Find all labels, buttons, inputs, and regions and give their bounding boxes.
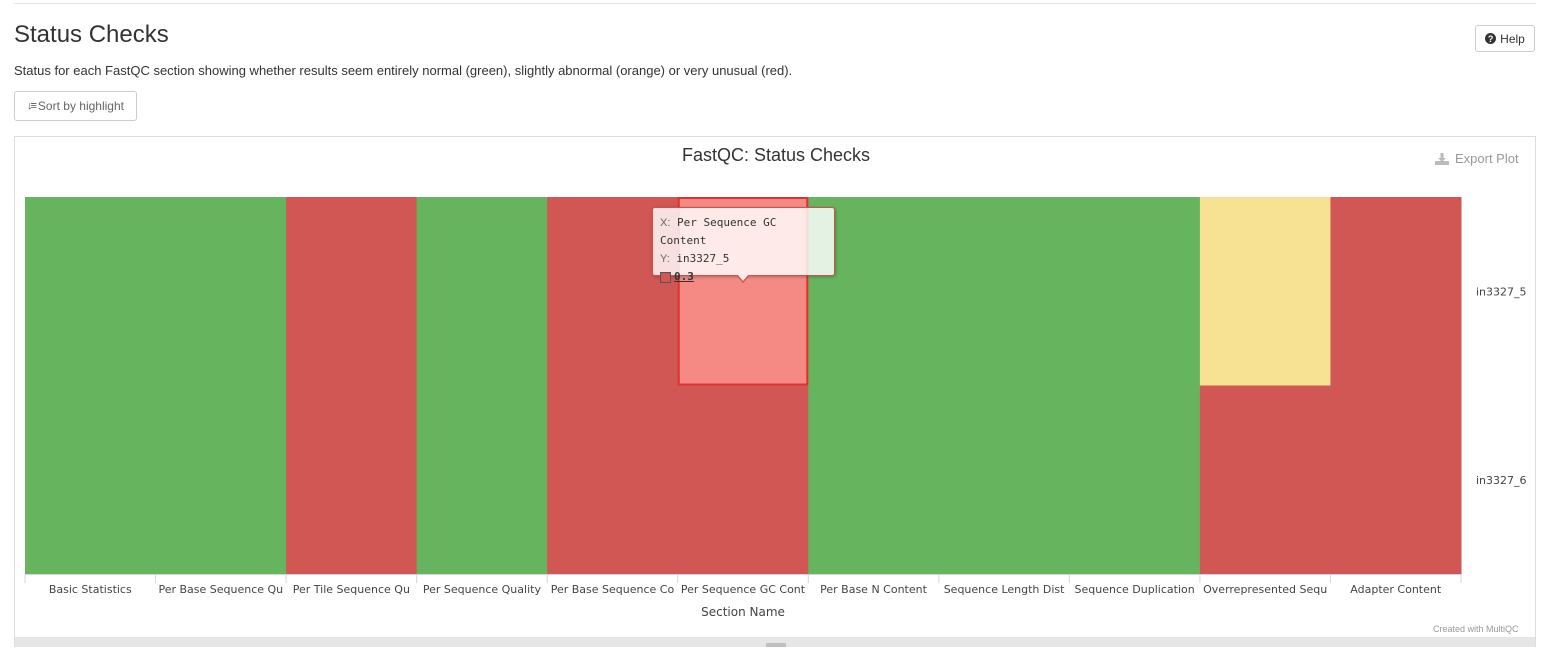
x-tick-label: Per Base N Content — [820, 583, 927, 596]
y-tick-label: in3327_6 — [1476, 474, 1527, 487]
heatmap-cell[interactable] — [1330, 197, 1462, 386]
x-tick-label: Per Tile Sequence Qu — [293, 583, 410, 596]
heatmap-cell[interactable] — [1199, 197, 1331, 386]
heatmap-cell[interactable] — [1069, 385, 1201, 575]
heatmap-chart: FastQC: Status Checks Basic Statistics Pe… — [24, 145, 1527, 619]
resize-handle-icon[interactable] — [15, 637, 1535, 647]
heatmap-cell[interactable] — [1199, 385, 1331, 575]
x-tick-label: Sequence Duplication — [1075, 583, 1195, 596]
tooltip-swatch — [660, 271, 671, 283]
heatmap-cell[interactable] — [25, 197, 157, 386]
heatmap-cell[interactable] — [677, 385, 809, 575]
heatmap-cell[interactable] — [938, 385, 1070, 575]
x-tick-label: Basic Statistics — [49, 583, 132, 596]
heatmap-cell[interactable] — [416, 197, 548, 386]
x-tick-label: Per Base Sequence Co — [551, 583, 675, 596]
y-tick-label: in3327_5 — [1476, 285, 1527, 298]
x-tick-label: Sequence Length Dist — [944, 583, 1065, 596]
chart-tooltip: X: Per Sequence GC Content Y: in3327_5 0… — [652, 207, 835, 283]
heatmap-cell[interactable] — [547, 385, 679, 575]
x-tick-label: Overrepresented Sequ — [1203, 583, 1327, 596]
heatmap-cell[interactable] — [25, 385, 157, 575]
heatmap-cell[interactable] — [286, 197, 418, 386]
heatmap-cell[interactable] — [286, 385, 418, 575]
heatmap-cell[interactable] — [938, 197, 1070, 386]
chart-title: FastQC: Status Checks — [682, 145, 870, 165]
tooltip-value: 0.3 — [674, 270, 694, 283]
heatmap-cell[interactable] — [808, 385, 940, 575]
heatmap-cell[interactable] — [155, 385, 287, 575]
credit-text: Created with MultiQC — [1433, 624, 1519, 634]
heatmap-cell[interactable] — [1330, 385, 1462, 575]
x-tick-label: Per Base Sequence Qu — [158, 583, 283, 596]
tooltip-x: Per Sequence GC Content — [660, 216, 777, 247]
x-tick-label: Per Sequence Quality — [423, 583, 542, 596]
tooltip-y: in3327_5 — [676, 252, 730, 265]
heatmap-cell[interactable] — [155, 197, 287, 386]
heatmap-cell[interactable] — [416, 385, 548, 575]
heatmap-cell[interactable] — [1069, 197, 1201, 386]
x-tick-label: Per Sequence GC Cont — [681, 583, 806, 596]
x-axis-title: Section Name — [701, 605, 785, 619]
x-tick-label: Adapter Content — [1350, 583, 1442, 596]
